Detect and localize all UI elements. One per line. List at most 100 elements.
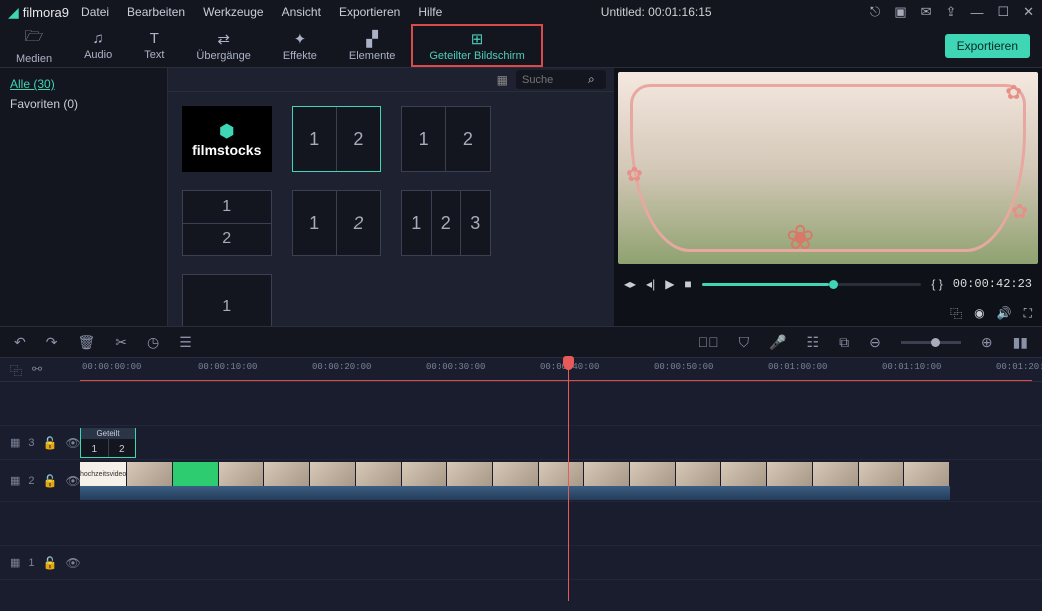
shield-icon[interactable]: ⛉	[739, 334, 750, 351]
timer-button[interactable]: ◷	[147, 334, 159, 351]
template-split-3v[interactable]: 123	[401, 190, 491, 256]
video-clip[interactable]	[584, 462, 630, 486]
filmstocks-tile[interactable]: ⬢ filmstocks	[182, 106, 272, 172]
track-2: ▦2 🔓 👁 hochzeitsvideo	[0, 460, 1042, 502]
delete-button[interactable]: 🗑	[77, 334, 95, 351]
menu-bearbeiten[interactable]: Bearbeiten	[127, 5, 185, 19]
track-1-content[interactable]	[80, 546, 1042, 579]
search-box[interactable]: ⌕	[516, 70, 606, 89]
redo-button[interactable]: ↷	[46, 334, 58, 351]
eye-icon[interactable]: 👁	[65, 474, 80, 488]
video-clip[interactable]	[904, 462, 950, 486]
menu-datei[interactable]: Datei	[81, 5, 109, 19]
sidebar-item-alle[interactable]: Alle (30)	[10, 74, 157, 94]
lock-icon[interactable]: 🔓	[43, 474, 58, 488]
template-split-2h[interactable]: 12	[182, 190, 272, 256]
progress-bar[interactable]	[702, 283, 922, 286]
snapshot-to-screen-icon[interactable]: ⿻	[950, 305, 962, 322]
preview-viewport[interactable]: ✿ ✿ ❀ ✿	[618, 72, 1038, 264]
save-icon[interactable]: ▣	[894, 4, 906, 20]
mail-icon[interactable]: ✉	[921, 4, 932, 20]
track-3-content[interactable]: Geteilt 1 2	[80, 426, 1042, 459]
prev-frame-button[interactable]: ◂▸	[624, 277, 636, 291]
menu-exportieren[interactable]: Exportieren	[339, 5, 400, 19]
eye-icon[interactable]: 👁	[65, 556, 80, 570]
search-icon[interactable]: ⌕	[588, 72, 595, 87]
tab-geteilter-bildschirm[interactable]: ⊞Geteilter Bildschirm	[411, 24, 542, 67]
maximize-icon[interactable]: ☐	[997, 4, 1009, 20]
video-clip[interactable]	[859, 462, 905, 486]
account-icon[interactable]: ⎋	[870, 4, 880, 20]
video-clip[interactable]	[219, 462, 265, 486]
video-clip[interactable]	[630, 462, 676, 486]
video-clip[interactable]	[264, 462, 310, 486]
link-icon[interactable]: ⚯	[32, 362, 42, 379]
tab-effekte[interactable]: ✦Effekte	[267, 24, 333, 67]
video-clip[interactable]	[127, 462, 173, 486]
video-clip[interactable]	[310, 462, 356, 486]
video-clip[interactable]	[402, 462, 448, 486]
video-clip[interactable]	[813, 462, 859, 486]
volume-icon[interactable]: 🔊	[997, 306, 1012, 320]
template-split-2diag[interactable]: 12	[292, 190, 382, 256]
tab-text[interactable]: TText	[128, 24, 180, 67]
undo-button[interactable]: ↶	[14, 334, 26, 351]
video-clip[interactable]	[447, 462, 493, 486]
zoom-thumb[interactable]	[931, 338, 940, 347]
tab-audio[interactable]: ♫Audio	[68, 24, 128, 67]
cell-1: 1	[293, 107, 337, 171]
tab-medien[interactable]: 🗁Medien	[0, 24, 68, 67]
crop-icon[interactable]: ⧉	[839, 334, 849, 351]
menu-hilfe[interactable]: Hilfe	[418, 5, 442, 19]
video-clip[interactable]	[173, 462, 219, 486]
mixer-icon[interactable]: ☷	[807, 334, 820, 351]
voiceover-icon[interactable]: 🎤	[769, 334, 786, 351]
lock-icon[interactable]: 🔓	[43, 436, 58, 450]
camera-icon[interactable]: ◉	[974, 306, 984, 320]
time-ruler[interactable]: ⿻ ⚯ 00:00:00:00 00:00:10:00 00:00:20:00 …	[0, 358, 1042, 382]
video-clip[interactable]	[356, 462, 402, 486]
lock-icon[interactable]: 🔓	[43, 556, 58, 570]
menu-ansicht[interactable]: Ansicht	[282, 5, 321, 19]
video-clip[interactable]: hochzeitsvideo	[80, 462, 127, 486]
track-2-content[interactable]: hochzeitsvideo	[80, 460, 1042, 501]
play-button[interactable]: ▶	[665, 277, 674, 291]
audio-waveform[interactable]	[80, 486, 950, 500]
zoom-in-button[interactable]: ⊕	[981, 334, 993, 351]
video-clip[interactable]	[539, 462, 585, 486]
filmstocks-label: filmstocks	[192, 142, 261, 158]
sidebar-item-favoriten[interactable]: Favoriten (0)	[10, 94, 157, 114]
zoom-out-button[interactable]: ⊖	[869, 334, 881, 351]
tab-uebergaenge[interactable]: ⇄Übergänge	[180, 24, 266, 67]
close-icon[interactable]: ✕	[1023, 4, 1034, 20]
export-button[interactable]: Exportieren	[945, 34, 1030, 58]
split-clip[interactable]: Geteilt 1 2	[80, 428, 136, 458]
fit-button[interactable]: ▮▮	[1013, 334, 1028, 351]
search-input[interactable]	[522, 74, 582, 86]
step-back-button[interactable]: ◂|	[646, 277, 655, 291]
template-split-partial[interactable]: 1	[182, 274, 272, 326]
render-button[interactable]: ▶⃝	[698, 334, 719, 350]
video-clips[interactable]: hochzeitsvideo	[80, 462, 950, 486]
video-clip[interactable]	[493, 462, 539, 486]
fullscreen-icon[interactable]: ⛶	[1024, 306, 1032, 321]
playhead[interactable]	[568, 358, 569, 601]
template-split-2v[interactable]: 12	[292, 106, 382, 172]
minimize-icon[interactable]: —	[970, 5, 983, 20]
settings-button[interactable]: ☰	[179, 334, 192, 351]
video-clip[interactable]	[767, 462, 813, 486]
video-clip[interactable]	[676, 462, 722, 486]
progress-thumb[interactable]	[829, 280, 838, 289]
eye-icon[interactable]: 👁	[65, 436, 80, 450]
stop-button[interactable]: ■	[684, 277, 691, 291]
template-split-2v-b[interactable]: 12	[401, 106, 491, 172]
tab-elemente[interactable]: ▞Elemente	[333, 24, 411, 67]
menu-werkzeuge[interactable]: Werkzeuge	[203, 5, 263, 19]
video-clip[interactable]	[721, 462, 767, 486]
window-controls: ⎋ ▣ ✉ ⇪ — ☐ ✕	[870, 4, 1034, 20]
zoom-slider[interactable]	[901, 341, 961, 344]
grid-view-icon[interactable]: ▦	[497, 73, 508, 87]
copy-icon[interactable]: ⿻	[10, 362, 22, 379]
mic-icon[interactable]: ⇪	[946, 4, 957, 20]
cut-button[interactable]: ✂	[115, 334, 127, 351]
